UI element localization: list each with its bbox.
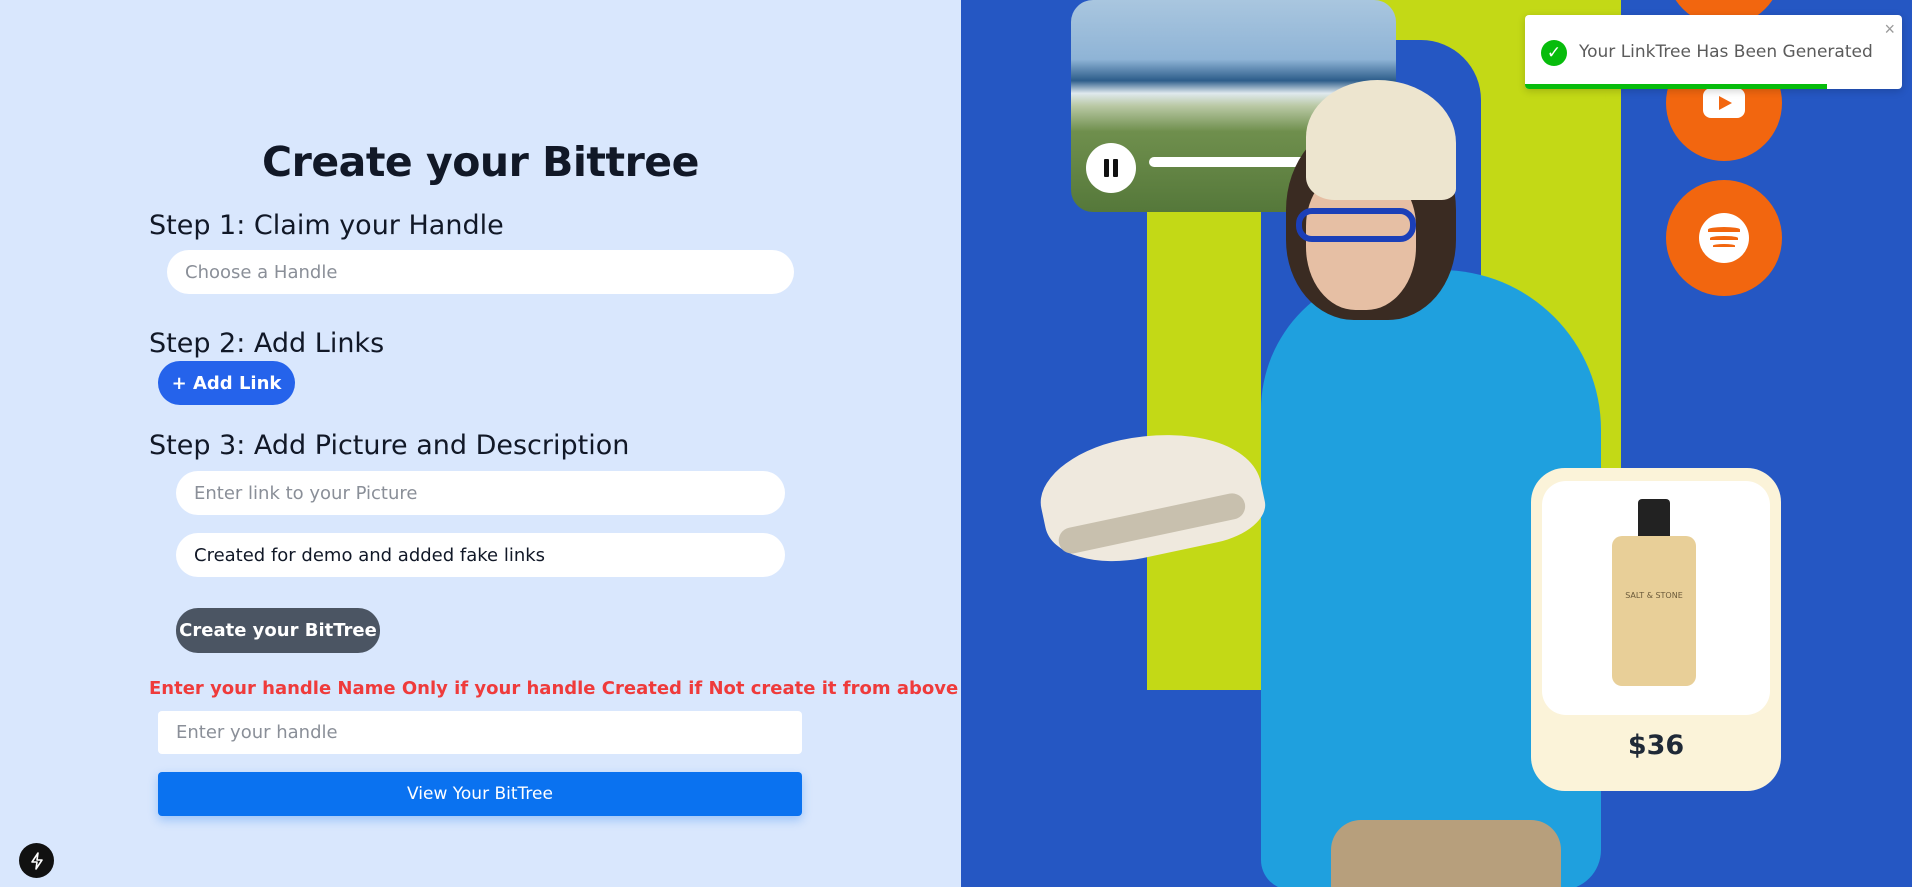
form-panel: Create your Bittree Step 1: Claim your H…	[0, 0, 961, 887]
hero-artwork: SALT & STONE $36	[961, 0, 1912, 887]
spotify-icon	[1666, 180, 1782, 296]
bottle-label: SALT & STONE	[1625, 591, 1683, 600]
handle-input[interactable]	[167, 250, 794, 294]
step1-heading: Step 1: Claim your Handle	[149, 210, 504, 241]
dev-tools-bolt-icon[interactable]	[19, 843, 54, 878]
page-title: Create your Bittree	[262, 138, 699, 186]
toast-message: Your LinkTree Has Been Generated	[1579, 42, 1873, 62]
bottle-pump	[1638, 499, 1670, 539]
close-icon[interactable]: ×	[1884, 19, 1895, 40]
model-glasses	[1296, 208, 1416, 242]
create-bittree-button[interactable]: Create your BitTree	[176, 608, 380, 653]
view-handle-input[interactable]	[158, 711, 802, 754]
handle-warning: Enter your handle Name Only if your hand…	[149, 678, 959, 699]
picture-link-input[interactable]	[176, 471, 785, 515]
product-price: $36	[1627, 730, 1685, 761]
step2-heading: Step 2: Add Links	[149, 328, 385, 359]
step3-heading: Step 3: Add Picture and Description	[149, 430, 630, 461]
check-icon: ✓	[1541, 40, 1567, 66]
success-toast: ✓ Your LinkTree Has Been Generated ×	[1525, 15, 1902, 89]
bottle-image: SALT & STONE	[1612, 536, 1696, 686]
model-pants	[1331, 820, 1561, 887]
product-image: SALT & STONE	[1542, 481, 1770, 715]
view-bittree-button[interactable]: View Your BitTree	[158, 772, 802, 816]
add-link-button[interactable]: + Add Link	[158, 361, 295, 405]
model-beanie	[1306, 80, 1456, 200]
product-card: SALT & STONE $36	[1531, 468, 1781, 791]
video-progress-bar[interactable]	[1149, 157, 1309, 167]
toast-progress-bar	[1525, 84, 1827, 89]
description-input[interactable]	[176, 533, 785, 577]
pause-icon[interactable]	[1086, 143, 1136, 193]
